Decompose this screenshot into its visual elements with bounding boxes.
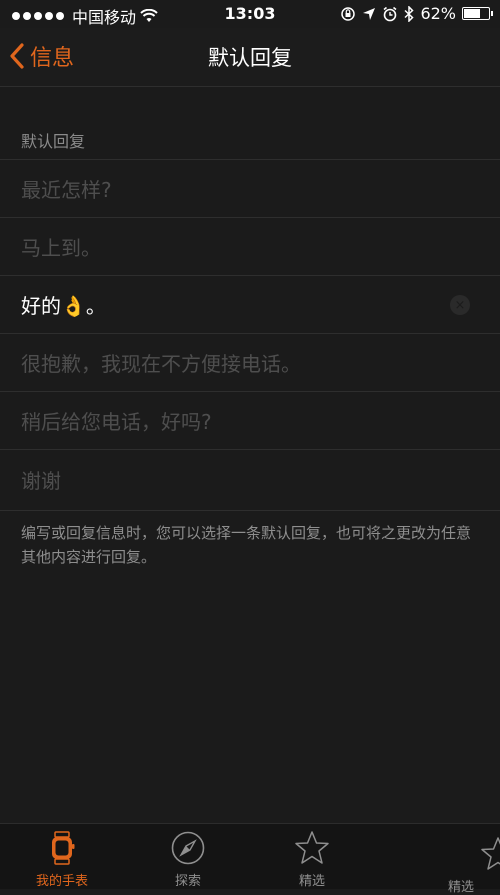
footer-note: 编写或回复信息时，您可以选择一条默认回复，也可将之更改为任意其他内容进行回复。 xyxy=(0,510,500,572)
compass-icon xyxy=(171,831,205,865)
location-arrow-icon xyxy=(363,7,376,20)
tab-label: 精选 xyxy=(298,874,325,889)
page-title: 默认回复 xyxy=(208,46,292,70)
reply-text: 好的👌。 xyxy=(21,294,106,318)
reply-text: 最近怎样? xyxy=(21,178,112,202)
tab-explore[interactable]: 探索 xyxy=(133,830,243,889)
star-icon xyxy=(481,837,500,870)
reply-field[interactable]: 稍后给您电话，好吗? xyxy=(0,392,500,450)
watch-icon xyxy=(52,831,75,865)
tab-bar: 我的手表 探索 精选 精选 xyxy=(0,823,500,895)
bluetooth-icon xyxy=(404,5,415,22)
reply-text: 谢谢 xyxy=(21,468,61,493)
reply-text: 马上到。 xyxy=(21,236,101,260)
reply-field-active[interactable]: 好的👌。 × xyxy=(0,276,500,334)
replies-list: 最近怎样? 马上到。 好的👌。 × 很抱歉，我现在不方便接电话。 稍后给您电话，… xyxy=(0,159,500,508)
reply-text: 很抱歉，我现在不方便接电话。 xyxy=(21,352,301,376)
tab-label: 我的手表 xyxy=(35,874,88,889)
alarm-icon xyxy=(383,6,397,21)
battery-percent: 62% xyxy=(420,4,456,23)
star-icon xyxy=(295,831,329,864)
tab-my-watch[interactable]: 我的手表 xyxy=(7,830,117,889)
section-header: 默认回复 xyxy=(21,132,86,151)
reply-field[interactable]: 最近怎样? xyxy=(0,160,500,218)
reply-field[interactable]: 很抱歉，我现在不方便接电话。 xyxy=(0,334,500,392)
status-right: 62% xyxy=(340,4,493,23)
battery-icon xyxy=(462,7,493,20)
tab-label: 精选 xyxy=(447,880,474,895)
tab-featured[interactable]: 精选 xyxy=(257,830,367,889)
reply-text: 稍后给您电话，好吗? xyxy=(21,410,212,434)
tab-featured-overflow[interactable]: 精选 xyxy=(406,836,500,895)
rotation-lock-icon xyxy=(341,6,356,21)
clear-text-icon[interactable]: × xyxy=(450,295,470,315)
reply-field[interactable]: 马上到。 xyxy=(0,218,500,276)
tab-label: 探索 xyxy=(174,874,201,889)
navigation-bar: 信息 默认回复 xyxy=(0,28,500,87)
status-bar: 中国移动 13:03 62% xyxy=(0,0,500,28)
reply-field[interactable]: 谢谢 xyxy=(0,450,500,508)
